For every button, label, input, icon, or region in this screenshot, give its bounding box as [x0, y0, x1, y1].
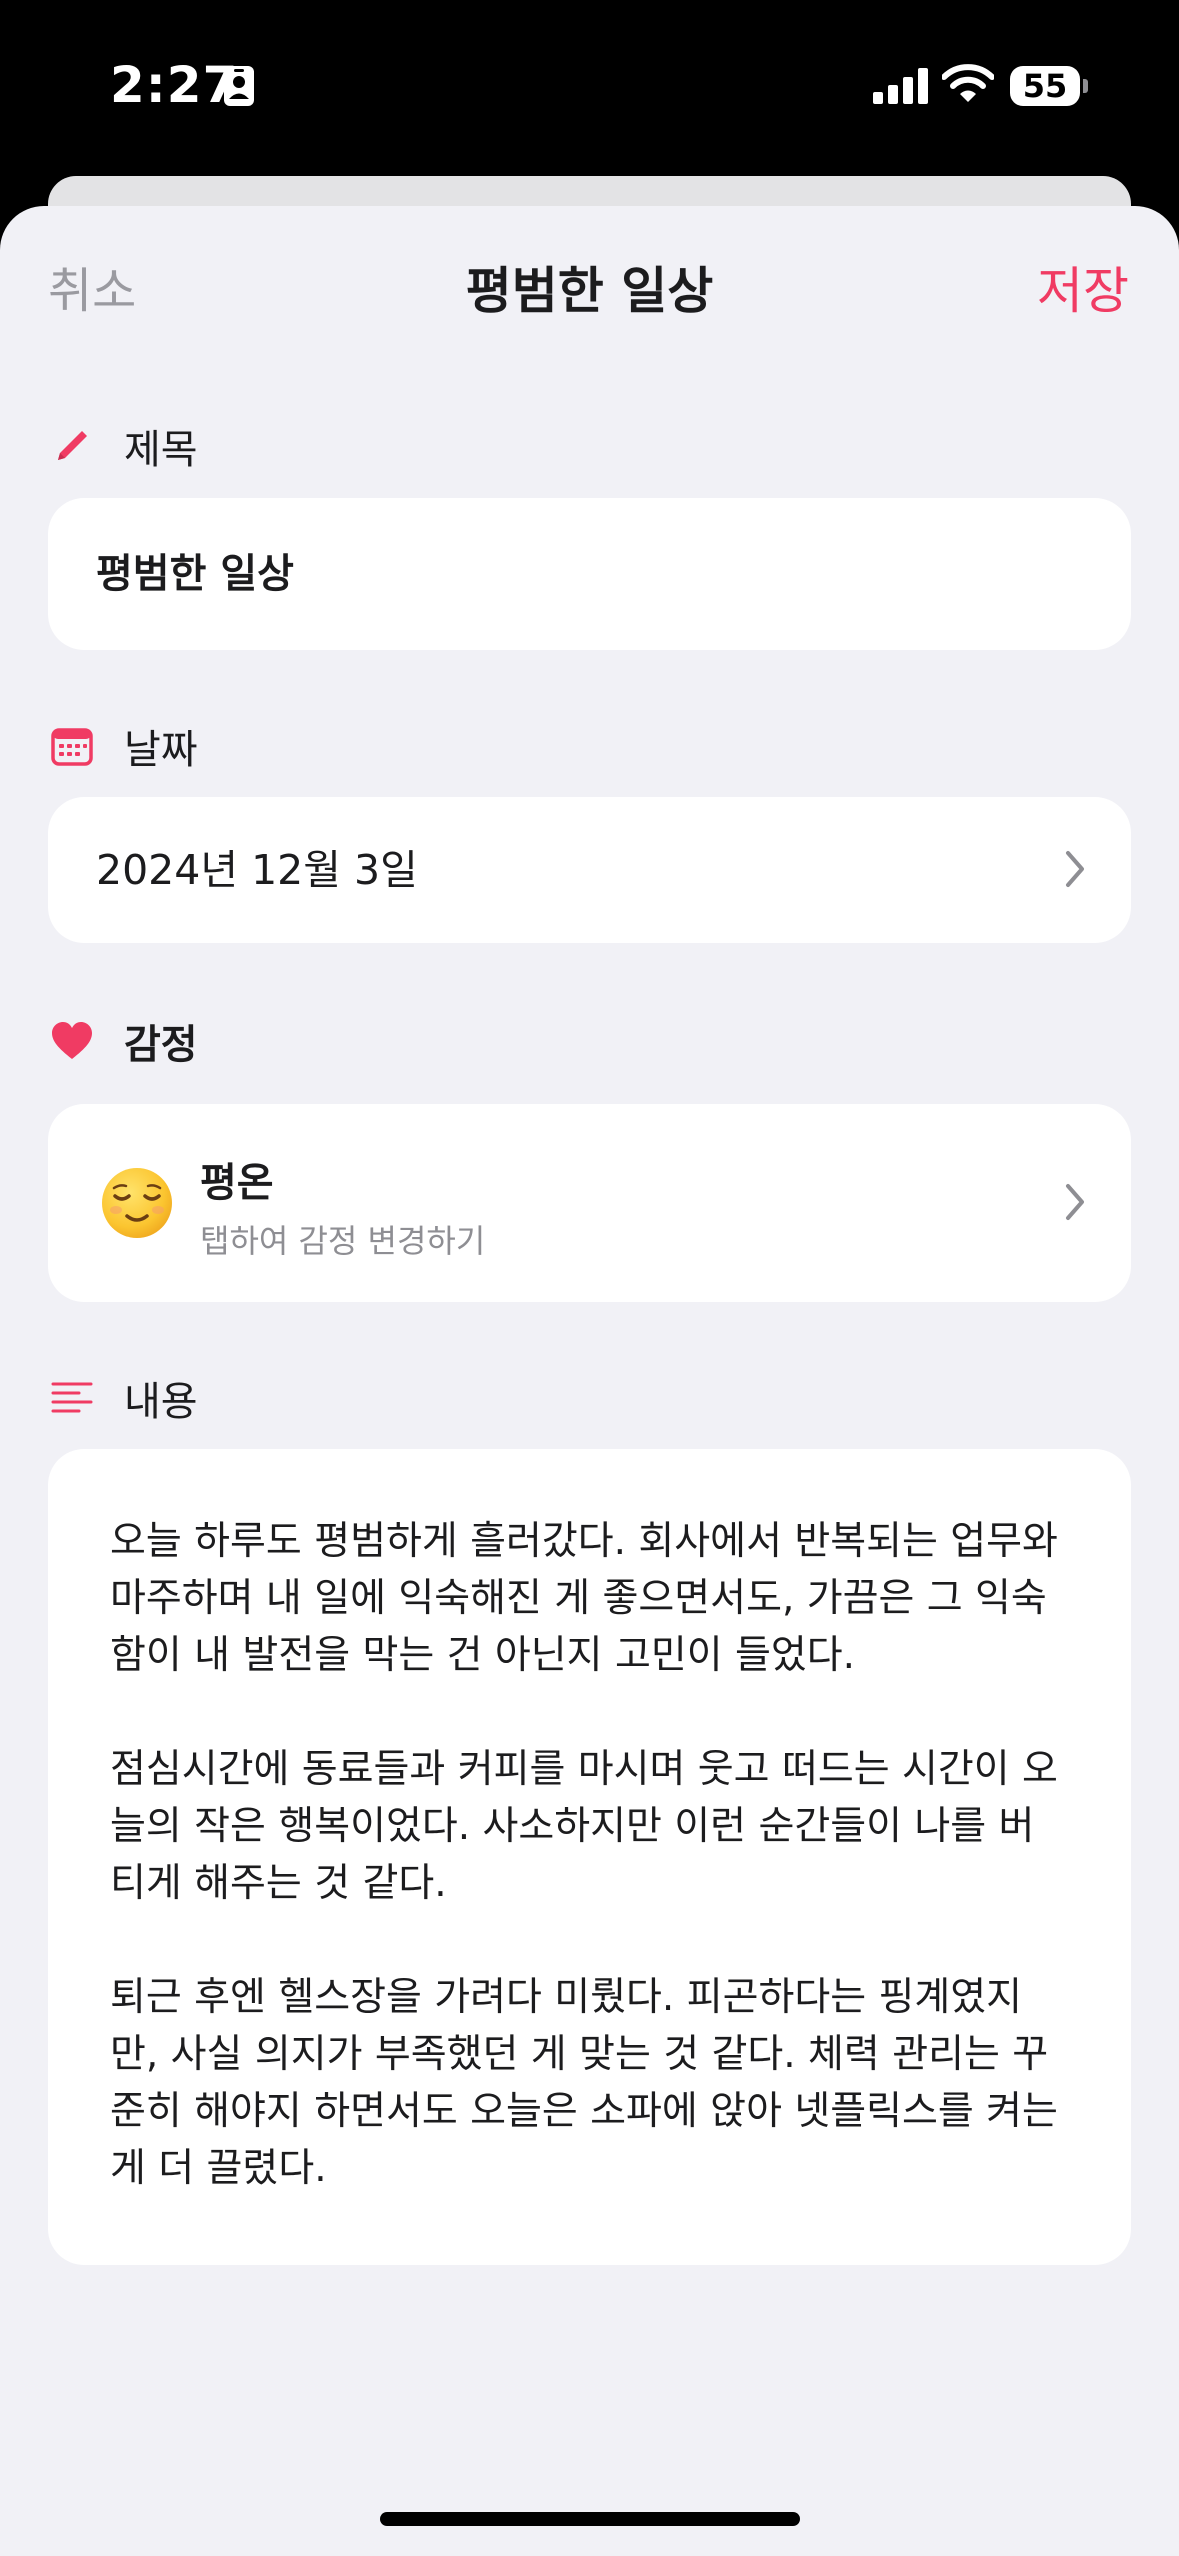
content-paragraph: 오늘 하루도 평범하게 흘러갔다. 회사에서 반복되는 업무와 마주하며 내 일…: [110, 1519, 1058, 1678]
status-bar: 2:27 55: [0, 0, 1179, 170]
content-text-area[interactable]: 오늘 하루도 평범하게 흘러갔다. 회사에서 반복되는 업무와 마주하며 내 일…: [48, 1449, 1131, 2265]
battery-cap: [1083, 79, 1088, 93]
content-label: 내용: [124, 1379, 198, 1425]
heart-icon: [50, 1019, 94, 1063]
date-section-label: 날짜: [50, 716, 198, 776]
title-section-label: 제목: [50, 416, 198, 476]
cancel-button[interactable]: 취소: [48, 256, 136, 326]
contact-card-icon: [224, 66, 254, 110]
chevron-right-icon: [1063, 847, 1087, 895]
emotion-name: 평온: [200, 1160, 274, 1206]
content-paragraph: 점심시간에 동료들과 커피를 마시며 웃고 떠드는 시간이 오 늘의 작은 행복…: [110, 1747, 1058, 1906]
calendar-icon: [50, 724, 94, 768]
content-section-label: 내용: [50, 1368, 198, 1428]
pencil-icon: [50, 424, 94, 468]
date-label: 날짜: [124, 727, 198, 773]
emotion-label: 감정: [124, 1022, 198, 1068]
emotion-hint: 탭하여 감정 변경하기: [200, 1222, 486, 1260]
status-time: 2:27: [110, 56, 239, 114]
wifi-icon: [941, 64, 995, 108]
content-body[interactable]: 오늘 하루도 평범하게 흘러갔다. 회사에서 반복되는 업무와 마주하며 내 일…: [110, 1513, 1100, 2197]
title-label: 제목: [124, 427, 198, 473]
relieved-face-emoji: [100, 1166, 174, 1244]
battery-level: 55: [1010, 66, 1080, 106]
date-picker-row[interactable]: 2024년 12월 3일: [48, 797, 1131, 943]
date-value: 2024년 12월 3일: [96, 846, 418, 894]
cellular-signal-icon: [873, 68, 929, 108]
content-paragraph: 퇴근 후엔 헬스장을 가려다 미뤘다. 피곤하다는 핑계였지 만, 사실 의지가…: [110, 1975, 1058, 2191]
title-field[interactable]: 평범한 일상: [48, 498, 1131, 650]
emotion-picker-row[interactable]: 평온 탭하여 감정 변경하기: [48, 1104, 1131, 1302]
emotion-section-label: 감정: [50, 1011, 198, 1071]
chevron-right-icon: [1063, 1180, 1087, 1228]
title-input[interactable]: 평범한 일상: [96, 498, 294, 650]
home-indicator[interactable]: [380, 2512, 800, 2526]
save-button[interactable]: 저장: [1037, 256, 1129, 326]
text-lines-icon: [50, 1376, 94, 1420]
